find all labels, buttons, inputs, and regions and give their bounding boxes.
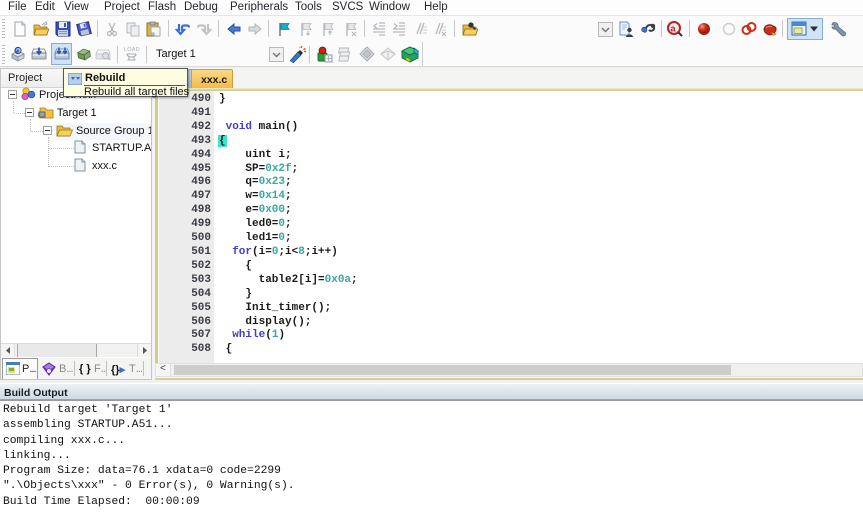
svg-text:LOAD: LOAD — [124, 47, 140, 53]
